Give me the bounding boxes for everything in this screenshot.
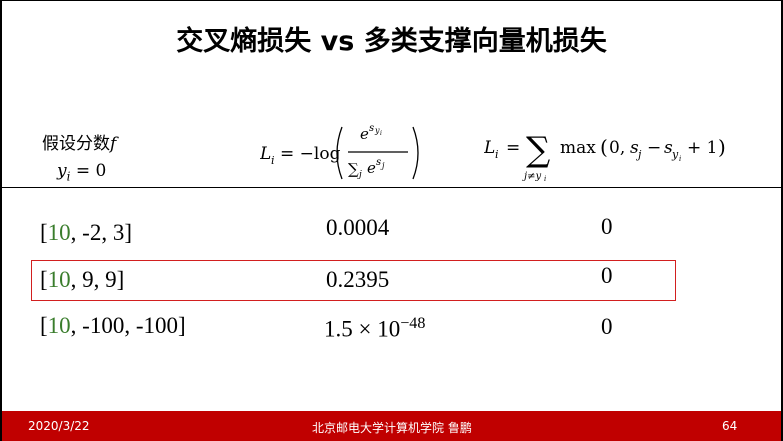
- row-1-svm: 0: [601, 214, 613, 239]
- svg-text:+ 1: + 1: [687, 138, 717, 158]
- svg-text:y: y: [671, 148, 679, 161]
- row-2-svm: 0: [601, 263, 613, 288]
- svg-text:i: i: [679, 155, 681, 163]
- row-2-scores: [10, 9, 9]: [40, 267, 125, 292]
- svg-text:−: −: [647, 138, 661, 158]
- assumption-label: 假设分数f: [42, 129, 116, 154]
- svg-text:∑: ∑: [348, 160, 359, 178]
- svg-text:(: (: [600, 135, 608, 159]
- svg-text:): ): [718, 135, 726, 159]
- row-2-cross-entropy: 0.2395: [326, 267, 390, 292]
- svg-text:s: s: [376, 157, 381, 168]
- footer-page-number: 64: [722, 419, 738, 433]
- svg-text:i: i: [544, 175, 546, 183]
- footer-bar: 2020/3/22 北京邮电大学计算机学院 鲁鹏 64: [2, 411, 781, 441]
- svm-loss-formula: L i = ∑ j≠y i max ( 0, s j − s y i + 1 ): [484, 130, 726, 183]
- row-1-cross-entropy: 0.0004: [326, 215, 390, 240]
- assumption-variable: f: [110, 134, 117, 154]
- svg-text:L: L: [260, 144, 271, 164]
- svg-text:0,: 0,: [609, 138, 625, 158]
- row-1-scores: [10, -2, 3]: [40, 220, 132, 245]
- svg-text:i: i: [495, 148, 499, 161]
- row-3-scores: [10, -100, -100]: [40, 313, 186, 338]
- svg-text:max: max: [560, 138, 596, 158]
- assumption-text: 假设分数: [42, 134, 110, 154]
- svg-text:j≠y: j≠y: [522, 171, 541, 182]
- header-separator: [2, 187, 781, 188]
- row-3-svm: 0: [601, 314, 613, 339]
- svg-text:s: s: [369, 123, 374, 134]
- footer-date: 2020/3/22: [28, 419, 90, 433]
- slide-title: 交叉熵损失 vs 多类支撑向量机损失: [176, 26, 607, 57]
- cross-entropy-formula: L i = −log e s y i ∑ j e s j: [260, 123, 419, 180]
- svg-text:e: e: [367, 159, 376, 177]
- svg-text:L: L: [484, 138, 495, 158]
- svg-text:i: i: [271, 154, 275, 167]
- svg-text:∑: ∑: [526, 130, 550, 170]
- true-label-condition: yi = 0: [57, 161, 107, 184]
- slide: 交叉熵损失 vs 多类支撑向量机损失 假设分数f yi = 0 L i = −l…: [0, 0, 783, 441]
- svg-text:e: e: [360, 125, 369, 143]
- footer-organization: 北京邮电大学计算机学院 鲁鹏: [312, 421, 472, 435]
- svg-text:=: =: [506, 138, 520, 158]
- svg-text:= −log: = −log: [280, 144, 341, 164]
- svg-text:i: i: [380, 130, 382, 137]
- row-3-cross-entropy: 1.5 × 10−48: [324, 315, 426, 342]
